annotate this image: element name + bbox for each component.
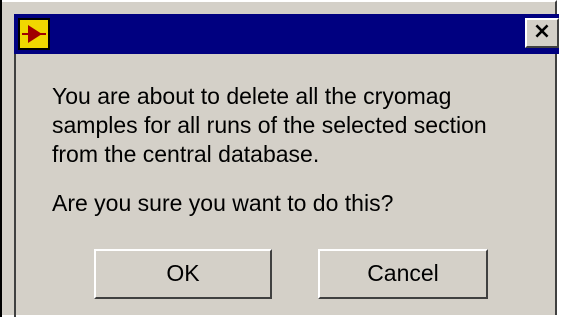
confirm-delete-dialog: × You are about to delete all the cryoma… <box>0 0 559 317</box>
title-bar[interactable]: × <box>14 14 559 54</box>
dialog-inner-border <box>14 54 16 317</box>
message-line: You are about to delete all the cryomag <box>52 83 452 109</box>
message-line: from the central database. <box>52 141 320 167</box>
labview-vi-icon <box>18 18 50 50</box>
message-line: samples for all runs of the selected sec… <box>52 112 487 138</box>
ok-button[interactable]: OK <box>94 249 272 299</box>
cancel-button[interactable]: Cancel <box>318 249 488 299</box>
close-button[interactable]: × <box>525 18 559 48</box>
question-text: Are you sure you want to do this? <box>52 190 394 216</box>
message-text: You are about to delete all the cryomag … <box>52 82 532 169</box>
